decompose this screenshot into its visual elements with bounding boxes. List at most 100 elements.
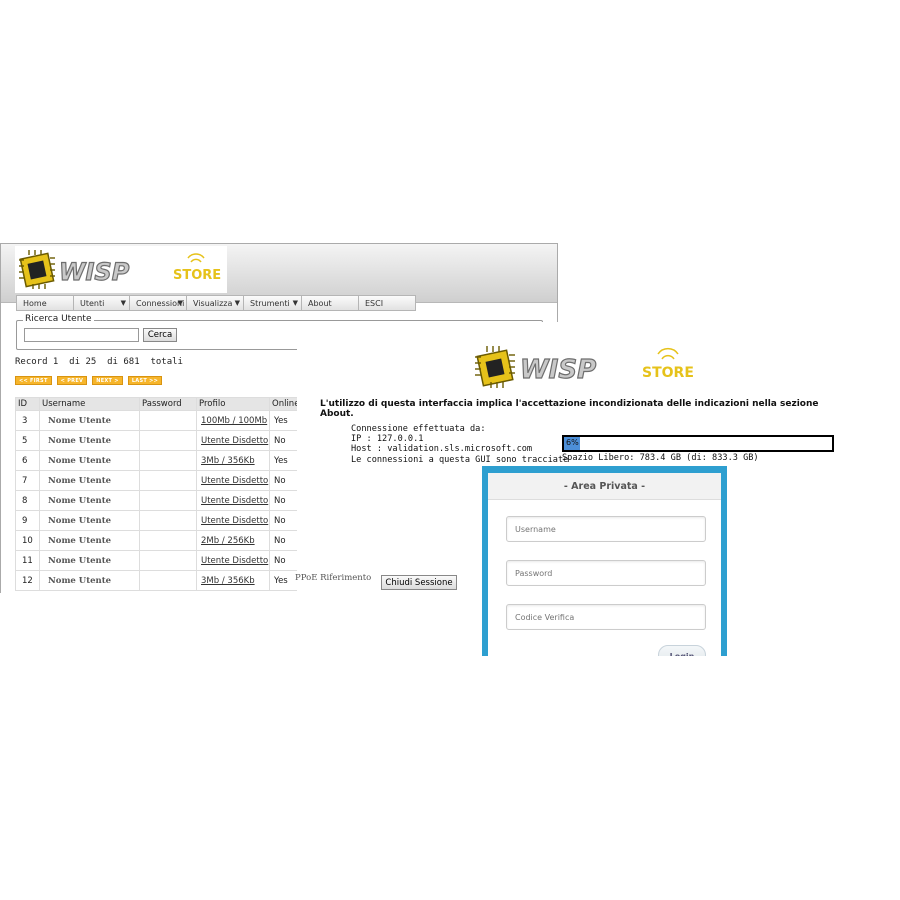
pager-next-button[interactable]: NEXT > xyxy=(92,376,123,385)
profile-link[interactable]: Utente Disdetto xyxy=(201,516,268,526)
pager-first-button[interactable]: << FIRST xyxy=(15,376,52,385)
window-header: WISP STORE Home Utenti ▼ Connessioni ▼ Vis… xyxy=(1,244,557,311)
cell-password xyxy=(139,450,197,471)
nav-strumenti[interactable]: Strumenti ▼ xyxy=(244,295,302,311)
chevron-down-icon: ▼ xyxy=(177,299,183,307)
col-header-online: Online xyxy=(268,397,301,411)
cell-online: No xyxy=(268,510,301,531)
cell-username: Nome Utente xyxy=(39,490,140,511)
wispstore-logo: WISP STORE xyxy=(475,346,694,388)
connection-tracked-note: Le connessioni a questa GUI sono traccia… xyxy=(351,454,569,465)
disk-usage-percent: 6% xyxy=(566,438,579,447)
row-pppoe-reference: PPoE Riferimento xyxy=(295,573,372,583)
chevron-down-icon: ▼ xyxy=(234,299,240,307)
user-search-input[interactable] xyxy=(24,328,139,342)
cell-id: 12 xyxy=(15,570,40,591)
cell-id: 3 xyxy=(15,410,40,431)
cell-password xyxy=(139,570,197,591)
profile-link[interactable]: 2Mb / 256Kb xyxy=(201,536,255,546)
profile-link[interactable]: Utente Disdetto xyxy=(201,496,268,506)
usage-disclaimer: L'utilizzo di questa interfaccia implica… xyxy=(320,399,819,419)
cell-profile: 3Mb / 356Kb xyxy=(196,450,270,471)
col-header-username: Username xyxy=(39,397,140,411)
pager-last-button[interactable]: LAST >> xyxy=(127,376,163,385)
disk-free-space: Spazio Libero: 783.4 GB (di: 833.3 GB) xyxy=(562,453,759,463)
col-header-password: Password xyxy=(139,397,197,411)
cell-profile: 100Mb / 100Mb xyxy=(196,410,270,431)
svg-text:STORE: STORE xyxy=(642,365,694,381)
nav-connessioni[interactable]: Connessioni ▼ xyxy=(130,295,187,311)
cell-id: 8 xyxy=(15,490,40,511)
nav-esci[interactable]: ESCI xyxy=(359,295,416,311)
cell-username: Nome Utente xyxy=(39,470,140,491)
cell-password xyxy=(139,430,197,451)
cell-id: 9 xyxy=(15,510,40,531)
search-button[interactable]: Cerca xyxy=(143,328,177,342)
cell-username: Nome Utente xyxy=(39,550,140,571)
cell-password xyxy=(139,550,197,571)
cell-online: No xyxy=(268,470,301,491)
cell-profile: Utente Disdetto xyxy=(196,510,270,531)
connection-title: Connessione effettuata da: xyxy=(351,424,486,434)
disk-usage-bar: 6% xyxy=(562,435,834,452)
connection-info: Connessione effettuata da: IP : 127.0.0.1… xyxy=(351,424,568,465)
cell-password xyxy=(139,530,197,551)
profile-link[interactable]: 3Mb / 356Kb xyxy=(201,576,255,586)
cell-id: 7 xyxy=(15,470,40,491)
profile-link[interactable]: Utente Disdetto xyxy=(201,436,268,446)
cell-id: 11 xyxy=(15,550,40,571)
nav-visualizza[interactable]: Visualizza ▼ xyxy=(187,295,244,311)
login-button[interactable]: Login xyxy=(658,645,706,656)
profile-link[interactable]: 3Mb / 356Kb xyxy=(201,456,255,466)
cell-username: Nome Utente xyxy=(39,530,140,551)
cell-id: 6 xyxy=(15,450,40,471)
cell-password xyxy=(139,490,197,511)
cell-profile: Utente Disdetto xyxy=(196,550,270,571)
search-legend: Ricerca Utente xyxy=(23,314,94,324)
cell-username: Nome Utente xyxy=(39,570,140,591)
chip-icon xyxy=(475,346,515,388)
svg-text:STORE: STORE xyxy=(173,268,221,283)
cell-username: Nome Utente xyxy=(39,450,140,471)
login-form: - Area Privata - Login xyxy=(488,473,721,656)
cell-online: No xyxy=(268,490,301,511)
cell-username: Nome Utente xyxy=(39,430,140,451)
nav-home[interactable]: Home xyxy=(16,295,74,311)
cell-online: Yes xyxy=(268,410,301,431)
verification-code-input[interactable] xyxy=(506,604,706,630)
cell-username: Nome Utente xyxy=(39,510,140,531)
cell-online: No xyxy=(268,550,301,571)
connection-host: Host : validation.sls.microsoft.com xyxy=(351,444,533,455)
nav-utenti[interactable]: Utenti ▼ xyxy=(74,295,130,311)
col-header-profile: Profilo xyxy=(196,397,270,411)
cell-password xyxy=(139,410,197,431)
cell-profile: Utente Disdetto xyxy=(196,490,270,511)
nav-about[interactable]: About xyxy=(302,295,359,311)
cell-username: Nome Utente xyxy=(39,410,140,431)
col-header-id: ID xyxy=(15,397,40,411)
cell-id: 10 xyxy=(15,530,40,551)
pager-prev-button[interactable]: < PREV xyxy=(56,376,88,385)
login-title: - Area Privata - xyxy=(488,473,721,500)
cell-online: No xyxy=(268,430,301,451)
pagination: << FIRST < PREV NEXT > LAST >> xyxy=(15,376,163,385)
profile-link[interactable]: 100Mb / 100Mb xyxy=(201,416,267,426)
svg-text:WISP: WISP xyxy=(520,355,596,385)
svg-text:WISP: WISP xyxy=(59,258,130,286)
main-navbar: Home Utenti ▼ Connessioni ▼ Visualizza ▼ St… xyxy=(16,295,416,311)
cell-profile: Utente Disdetto xyxy=(196,470,270,491)
cell-online: No xyxy=(268,530,301,551)
cell-password xyxy=(139,510,197,531)
cell-online: Yes xyxy=(268,450,301,471)
record-count: Record 1 di 25 di 681 totali xyxy=(15,357,183,367)
username-input[interactable] xyxy=(506,516,706,542)
profile-link[interactable]: Utente Disdetto xyxy=(201,476,268,486)
cell-password xyxy=(139,470,197,491)
password-input[interactable] xyxy=(506,560,706,586)
chevron-down-icon: ▼ xyxy=(292,299,298,307)
wispstore-logo: WISP STORE xyxy=(15,246,227,293)
profile-link[interactable]: Utente Disdetto xyxy=(201,556,268,566)
cell-profile: 3Mb / 356Kb xyxy=(196,570,270,591)
chevron-down-icon: ▼ xyxy=(120,299,126,307)
close-session-button[interactable]: Chiudi Sessione xyxy=(381,575,457,590)
